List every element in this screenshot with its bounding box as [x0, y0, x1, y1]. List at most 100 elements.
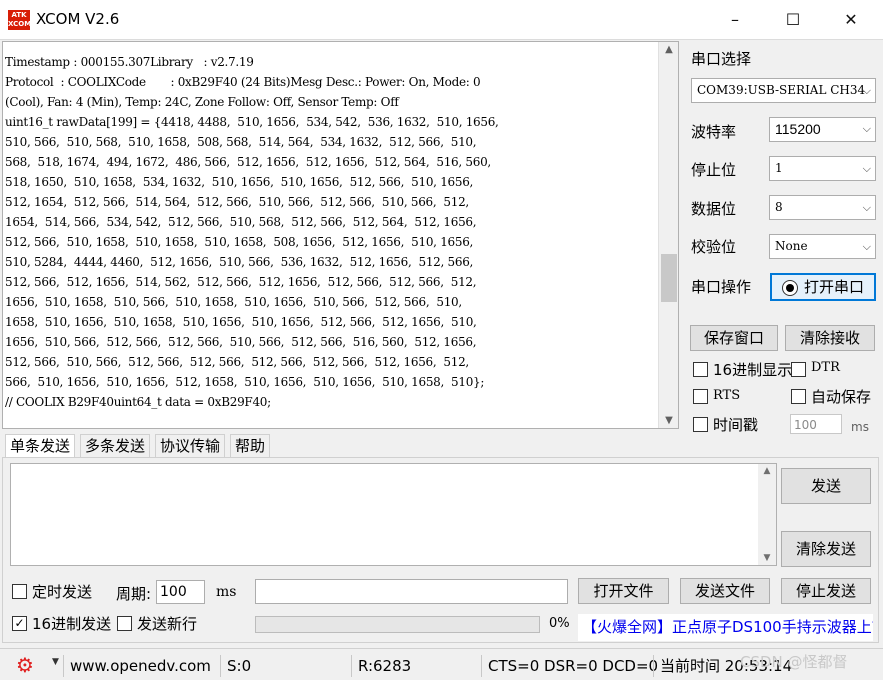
chevron-down-icon[interactable]: ▼ — [52, 657, 59, 667]
send-newline-checkbox[interactable] — [117, 616, 132, 631]
scroll-up-icon[interactable]: ▲ — [758, 466, 776, 476]
port-status-icon — [781, 279, 798, 296]
stopbits-value: 1 — [775, 161, 783, 175]
receive-scrollbar[interactable]: ▲ ▼ — [658, 42, 678, 428]
send-progress-bar — [255, 616, 540, 633]
timestamp-ms-unit: ms — [851, 420, 869, 434]
send-newline-label: 发送新行 — [137, 615, 198, 633]
chevron-down-icon: ⌵ — [862, 201, 871, 214]
close-button[interactable]: ✕ — [828, 0, 874, 40]
clear-send-button[interactable]: 清除发送 — [781, 531, 871, 567]
databits-label: 数据位 — [691, 200, 737, 218]
baud-value: 115200 — [775, 121, 821, 137]
stopbits-select[interactable]: 1 ⌵ — [769, 156, 876, 181]
period-label: 周期: — [116, 585, 152, 603]
hex-send-label: 16进制发送 — [32, 615, 112, 633]
progress-label: 0% — [549, 616, 570, 631]
receive-line: // COOLIX B29F40uint64_t data = 0xB29F40… — [5, 395, 271, 409]
parity-select[interactable]: None ⌵ — [769, 234, 876, 259]
received-count: R:6283 — [351, 655, 481, 677]
stop-send-button[interactable]: 停止发送 — [781, 578, 871, 604]
scroll-down-icon[interactable]: ▼ — [758, 553, 776, 563]
watermark: CSDN @怪都督 — [740, 653, 848, 671]
receive-textarea[interactable]: Timestamp : 000155.307Library : v2.7.19 P… — [2, 41, 679, 429]
port-value: COM39:USB-SERIAL CH34 — [697, 83, 866, 97]
timed-send-checkbox[interactable] — [12, 584, 27, 599]
timestamp-ms-input[interactable]: 100 — [790, 414, 842, 434]
gear-icon[interactable]: ⚙ — [16, 654, 34, 676]
website-link[interactable]: www.openedv.com — [63, 655, 220, 677]
scroll-down-icon[interactable]: ▼ — [659, 415, 678, 426]
receive-line: (Cool), Fan: 4 (Min), Temp: 24C, Zone Fo… — [5, 95, 399, 109]
receive-line: 512, 566, 512, 1656, 514, 562, 512, 566,… — [5, 275, 477, 289]
baud-select[interactable]: 115200 ⌵ — [769, 117, 876, 142]
receive-line: Timestamp : 000155.307Library : v2.7.19 — [5, 55, 254, 69]
baud-label: 波特率 — [691, 123, 737, 141]
send-button[interactable]: 发送 — [781, 468, 871, 504]
scroll-up-icon[interactable]: ▲ — [659, 44, 678, 55]
dtr-label: DTR — [811, 360, 840, 375]
receive-line: 510, 5284, 4444, 4460, 512, 1656, 510, 5… — [5, 255, 474, 269]
title-bar: ATK XCOM XCOM V2.6 – ☐ ✕ — [0, 0, 883, 40]
parity-label: 校验位 — [691, 238, 737, 256]
open-port-button[interactable]: 打开串口 — [770, 273, 876, 301]
tab-single-send[interactable]: 单条发送 — [5, 434, 76, 458]
port-select-label: 串口选择 — [691, 50, 752, 68]
period-input[interactable]: 100 — [156, 580, 205, 604]
dtr-checkbox[interactable] — [791, 362, 806, 377]
receive-line: 512, 566, 510, 566, 512, 566, 512, 566, … — [5, 355, 469, 369]
receive-line: 518, 1650, 510, 1658, 534, 1632, 510, 16… — [5, 175, 474, 189]
auto-save-checkbox[interactable] — [791, 389, 806, 404]
databits-value: 8 — [775, 200, 783, 214]
receive-line: uint16_t rawData[199] = {4418, 4488, 510… — [5, 115, 499, 129]
scroll-thumb[interactable] — [661, 254, 677, 302]
hex-display-label: 16进制显示 — [713, 361, 793, 379]
receive-line: 1654, 514, 566, 534, 542, 512, 566, 510,… — [5, 215, 477, 229]
signal-status: CTS=0 DSR=0 DCD=0 — [481, 655, 658, 677]
hex-send-checkbox[interactable]: ✓ — [12, 616, 27, 631]
parity-value: None — [775, 239, 808, 253]
tab-protocol[interactable]: 协议传输 — [155, 434, 226, 458]
receive-line: 1656, 510, 1658, 510, 566, 510, 1658, 51… — [5, 295, 462, 309]
send-scrollbar[interactable]: ▲ ▼ — [758, 464, 776, 565]
rts-checkbox[interactable] — [693, 389, 708, 404]
chevron-down-icon: ⌵ — [862, 240, 871, 253]
receive-line: Protocol : COOLIXCode : 0xB29F40 (24 Bit… — [5, 75, 481, 89]
save-window-button[interactable]: 保存窗口 — [690, 325, 778, 351]
databits-select[interactable]: 8 ⌵ — [769, 195, 876, 220]
ad-link[interactable]: 【火爆全网】正点原子DS100手持示波器上市 — [578, 614, 873, 641]
tab-multi-send[interactable]: 多条发送 — [80, 434, 151, 458]
open-file-button[interactable]: 打开文件 — [578, 578, 669, 604]
sent-count: S:0 — [220, 655, 351, 677]
window-title: XCOM V2.6 — [36, 10, 120, 28]
timed-send-label: 定时发送 — [32, 583, 93, 601]
receive-line: 512, 566, 510, 1658, 510, 1658, 510, 165… — [5, 235, 474, 249]
send-textarea[interactable]: ▲ ▼ — [10, 463, 777, 566]
port-select[interactable]: COM39:USB-SERIAL CH34 ⌵ — [691, 78, 876, 103]
receive-line: 1656, 510, 566, 512, 566, 512, 566, 510,… — [5, 335, 477, 349]
chevron-down-icon: ⌵ — [862, 84, 871, 97]
operation-label: 串口操作 — [691, 278, 752, 296]
timestamp-checkbox[interactable] — [693, 417, 708, 432]
rts-label: RTS — [713, 388, 741, 403]
hex-display-checkbox[interactable] — [693, 362, 708, 377]
auto-save-label: 自动保存 — [811, 388, 872, 406]
receive-line: 1658, 510, 1656, 510, 1658, 510, 1656, 5… — [5, 315, 477, 329]
app-logo-icon: ATK XCOM — [8, 10, 32, 30]
chevron-down-icon: ⌵ — [862, 123, 871, 135]
stopbits-label: 停止位 — [691, 161, 737, 179]
receive-text: Timestamp : 000155.307Library : v2.7.19 P… — [5, 52, 659, 412]
receive-line: 566, 510, 1656, 510, 1656, 512, 1658, 51… — [5, 375, 485, 389]
timestamp-label: 时间戳 — [713, 416, 759, 434]
receive-line: 568, 518, 1674, 494, 1672, 486, 566, 512… — [5, 155, 491, 169]
receive-line: 510, 566, 510, 568, 510, 1658, 508, 568,… — [5, 135, 477, 149]
open-port-label: 打开串口 — [803, 278, 864, 296]
tab-help[interactable]: 帮助 — [230, 434, 271, 458]
chevron-down-icon: ⌵ — [862, 162, 871, 175]
send-file-button[interactable]: 发送文件 — [680, 578, 770, 604]
maximize-button[interactable]: ☐ — [770, 0, 816, 40]
minimize-button[interactable]: – — [712, 0, 758, 40]
clear-receive-button[interactable]: 清除接收 — [785, 325, 875, 351]
period-unit: ms — [216, 584, 237, 600]
file-path-input[interactable] — [255, 579, 568, 604]
